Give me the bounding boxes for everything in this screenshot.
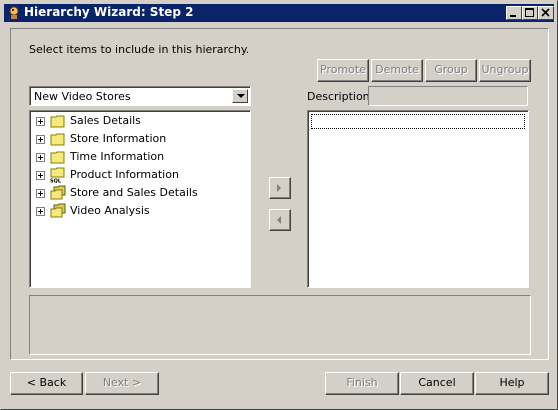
expand-plus-icon[interactable] — [36, 189, 45, 198]
tree-item-label: Time Information — [70, 150, 165, 163]
maximize-button[interactable] — [522, 6, 538, 20]
left-arrow-icon — [277, 216, 281, 224]
focus-row[interactable] — [311, 114, 525, 129]
folder-icon — [50, 151, 65, 164]
hierarchy-list[interactable] — [307, 110, 529, 288]
tree-item-video-analysis[interactable]: Video Analysis — [34, 202, 244, 220]
expand-plus-icon[interactable] — [36, 117, 45, 126]
maximize-icon — [525, 8, 534, 17]
close-button[interactable] — [538, 6, 554, 20]
description-label: Description: — [307, 90, 374, 103]
remove-item-button[interactable] — [269, 209, 291, 231]
finish-button[interactable]: Finish — [325, 372, 399, 395]
info-panel — [29, 295, 531, 355]
ungroup-button[interactable]: Ungroup — [479, 59, 531, 82]
group-label: Group — [434, 63, 468, 76]
tree-item-label: Store and Sales Details — [70, 186, 198, 199]
cancel-label: Cancel — [418, 376, 456, 389]
finish-label: Finish — [346, 376, 378, 389]
multi-folder-icon — [50, 203, 66, 218]
tree-item-sales-details[interactable]: Sales Details — [34, 112, 244, 130]
chevron-down-icon[interactable] — [232, 89, 248, 103]
tree-item-time-information[interactable]: Time Information — [34, 148, 244, 166]
folder-icon — [50, 115, 65, 128]
instruction-text: Select items to include in this hierarch… — [29, 43, 250, 56]
folder-icon — [50, 133, 65, 146]
help-button[interactable]: Help — [475, 372, 549, 395]
minimize-button[interactable] — [506, 6, 522, 20]
back-button[interactable]: < Back — [10, 372, 83, 395]
multi-folder-icon — [50, 185, 66, 200]
tree-item-product-information[interactable]: SQL Product Information — [34, 166, 244, 184]
wizard-icon — [9, 6, 19, 19]
promote-label: Promote — [320, 63, 366, 76]
group-button[interactable]: Group — [425, 59, 477, 82]
tree-item-label: Product Information — [70, 168, 179, 181]
window-title: Hierarchy Wizard: Step 2 — [24, 5, 194, 19]
next-label: Next > — [102, 376, 142, 389]
expand-plus-icon[interactable] — [36, 207, 45, 216]
tree-item-label: Sales Details — [70, 114, 141, 127]
sql-folder-icon: SQL — [50, 167, 65, 184]
promote-button[interactable]: Promote — [317, 59, 369, 82]
title-bar[interactable]: Hierarchy Wizard: Step 2 — [4, 4, 554, 22]
tree-item-label: Store Information — [70, 132, 167, 145]
tree-item-label: Video Analysis — [70, 204, 150, 217]
close-icon — [541, 8, 550, 17]
help-label: Help — [499, 376, 525, 389]
next-button[interactable]: Next > — [85, 372, 159, 395]
demote-button[interactable]: Demote — [371, 59, 423, 82]
ungroup-label: Ungroup — [481, 63, 529, 76]
tree-item-store-information[interactable]: Store Information — [34, 130, 244, 148]
source-combobox[interactable]: New Video Stores — [29, 86, 251, 106]
source-combobox-value: New Video Stores — [34, 90, 131, 103]
right-arrow-icon — [277, 184, 281, 192]
expand-plus-icon[interactable] — [36, 171, 45, 180]
expand-plus-icon[interactable] — [36, 135, 45, 144]
tree-item-store-and-sales-details[interactable]: Store and Sales Details — [34, 184, 244, 202]
minimize-icon — [510, 15, 516, 17]
demote-label: Demote — [375, 63, 419, 76]
hierarchy-wizard-window: Hierarchy Wizard: Step 2 Select items to… — [0, 0, 558, 410]
source-tree[interactable]: Sales Details Store Information Time Inf… — [29, 110, 251, 288]
back-label: < Back — [26, 376, 67, 389]
add-item-button[interactable] — [269, 177, 291, 199]
description-field[interactable] — [368, 86, 528, 106]
cancel-button[interactable]: Cancel — [400, 372, 474, 395]
expand-plus-icon[interactable] — [36, 153, 45, 162]
svg-text:SQL: SQL — [50, 179, 62, 184]
